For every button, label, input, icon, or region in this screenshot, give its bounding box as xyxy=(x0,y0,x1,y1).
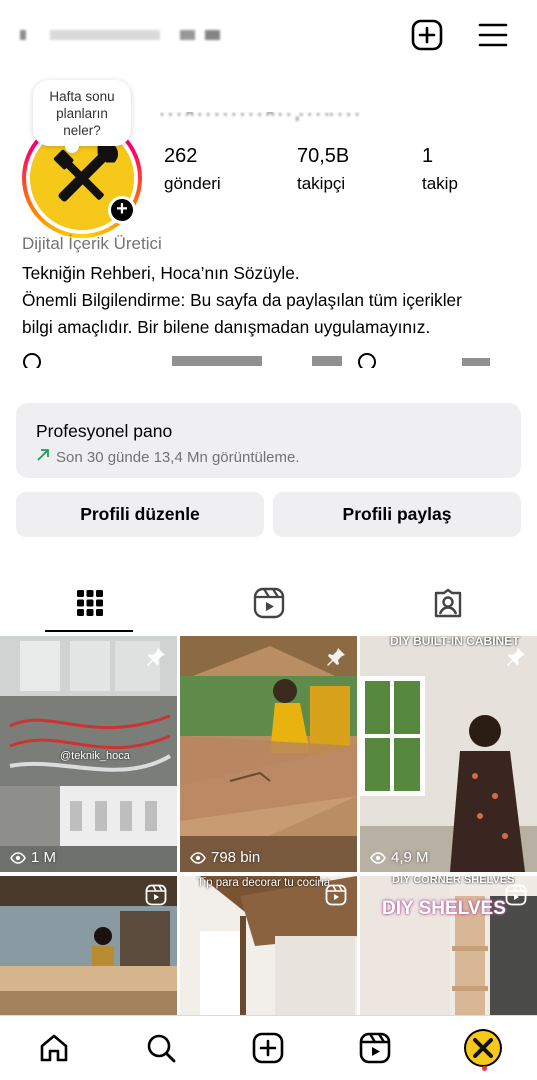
profile-avatar xyxy=(464,1029,502,1067)
top-bar xyxy=(0,0,537,70)
reel-badge-icon xyxy=(325,884,347,911)
add-story-button[interactable]: + xyxy=(108,196,136,224)
new-post-icon[interactable] xyxy=(410,18,444,52)
nav-home[interactable] xyxy=(34,1028,74,1068)
post-caption: Tip para decorar tu cocina xyxy=(197,877,331,889)
bio-line: Tekniğin Rehberi, Hoca’nın Sözüyle. xyxy=(22,263,300,283)
pin-icon xyxy=(325,646,347,673)
eye-icon xyxy=(190,851,206,864)
tab-tagged[interactable] xyxy=(358,578,537,632)
menu-icon[interactable] xyxy=(476,18,510,52)
bio-line: bilgi amaçlıdır. Bir bilene danışmadan u… xyxy=(22,317,431,337)
post-caption: DIY CORNER SHELVES xyxy=(392,876,515,886)
posts-count-label: gönderi xyxy=(164,174,221,193)
post-title-overlay: DIY SHELVES xyxy=(382,898,506,919)
note-bubble[interactable]: Hafta sonu planların neler? xyxy=(33,80,131,153)
display-name-blurred: · · · ^ · · · · · · · · ^ · · ,· · · ·· … xyxy=(160,112,360,122)
post-tile[interactable]: 798 bin xyxy=(180,636,357,872)
nav-search[interactable] xyxy=(141,1028,181,1068)
eye-icon xyxy=(10,851,26,864)
tagged-icon xyxy=(432,587,464,624)
dashboard-subtitle: Son 30 günde 13,4 Mn görüntüleme. xyxy=(56,448,300,466)
tab-reels[interactable] xyxy=(179,578,358,632)
reels-icon xyxy=(253,587,285,624)
reels-icon xyxy=(359,1032,391,1064)
followers-count-label: takipçi xyxy=(297,174,346,193)
post-tile[interactable]: DIY CORNER SHELVES DIY SHELVES xyxy=(360,876,537,1016)
tab-grid[interactable] xyxy=(0,578,179,632)
bio-line: Önemli Bilgilendirme: Bu sayfa da paylaş… xyxy=(22,290,462,310)
followers-count-value: 70,5B xyxy=(297,145,350,167)
share-profile-button[interactable]: Profili paylaş xyxy=(273,492,521,537)
search-icon xyxy=(147,1034,176,1063)
view-count: 4,9 M xyxy=(370,849,429,866)
username-dropdown[interactable] xyxy=(20,22,240,48)
post-caption: DIY BUILT-IN CABINET xyxy=(390,636,520,648)
pin-icon xyxy=(505,646,527,673)
profile-links-blurred[interactable] xyxy=(22,352,502,368)
trend-up-icon xyxy=(36,448,50,466)
professional-dashboard-card[interactable]: Profesyonel pano Son 30 günde 13,4 Mn gö… xyxy=(16,403,521,478)
following-count-value: 1 xyxy=(422,145,434,167)
nav-create[interactable] xyxy=(248,1028,288,1068)
active-tab-indicator xyxy=(45,630,133,632)
following-count[interactable]: 1 takip xyxy=(422,145,458,194)
nav-reels[interactable] xyxy=(355,1028,395,1068)
post-tile[interactable]: Tip para decorar tu cocina xyxy=(180,876,357,1016)
notification-dot xyxy=(482,1066,487,1071)
post-caption: @teknik_hoca xyxy=(60,750,130,762)
home-icon xyxy=(40,1034,68,1062)
view-count: 798 bin xyxy=(190,849,260,866)
note-text: Hafta sonu planların neler? xyxy=(49,89,115,138)
post-tile[interactable] xyxy=(0,876,177,1016)
bottom-navigation xyxy=(0,1015,537,1080)
dashboard-subtitle-row: Son 30 günde 13,4 Mn görüntüleme. xyxy=(36,448,501,466)
view-count: 1 M xyxy=(10,849,56,866)
post-tile[interactable]: @teknik_hoca 1 M xyxy=(0,636,177,872)
reel-badge-icon xyxy=(505,884,527,911)
reel-badge-icon xyxy=(145,884,167,911)
profile-bio: Tekniğin Rehberi, Hoca’nın Sözüyle. Önem… xyxy=(22,260,522,341)
post-tile[interactable]: DIY BUILT-IN CABINET 4,9 M xyxy=(360,636,537,872)
dashboard-title: Profesyonel pano xyxy=(36,421,173,441)
grid-icon xyxy=(76,589,104,622)
posts-count-value: 262 xyxy=(164,145,198,167)
username-text-blurred xyxy=(20,30,225,40)
create-icon xyxy=(252,1032,284,1064)
following-count-label: takip xyxy=(422,174,458,193)
nav-profile[interactable] xyxy=(463,1028,503,1068)
eye-icon xyxy=(370,851,386,864)
posts-count[interactable]: 262 gönderi xyxy=(164,145,221,194)
pin-icon xyxy=(145,646,167,673)
profile-category: Dijital İçerik Üretici xyxy=(22,234,162,253)
edit-profile-button[interactable]: Profili düzenle xyxy=(16,492,264,537)
followers-count[interactable]: 70,5B takipçi xyxy=(297,145,349,194)
